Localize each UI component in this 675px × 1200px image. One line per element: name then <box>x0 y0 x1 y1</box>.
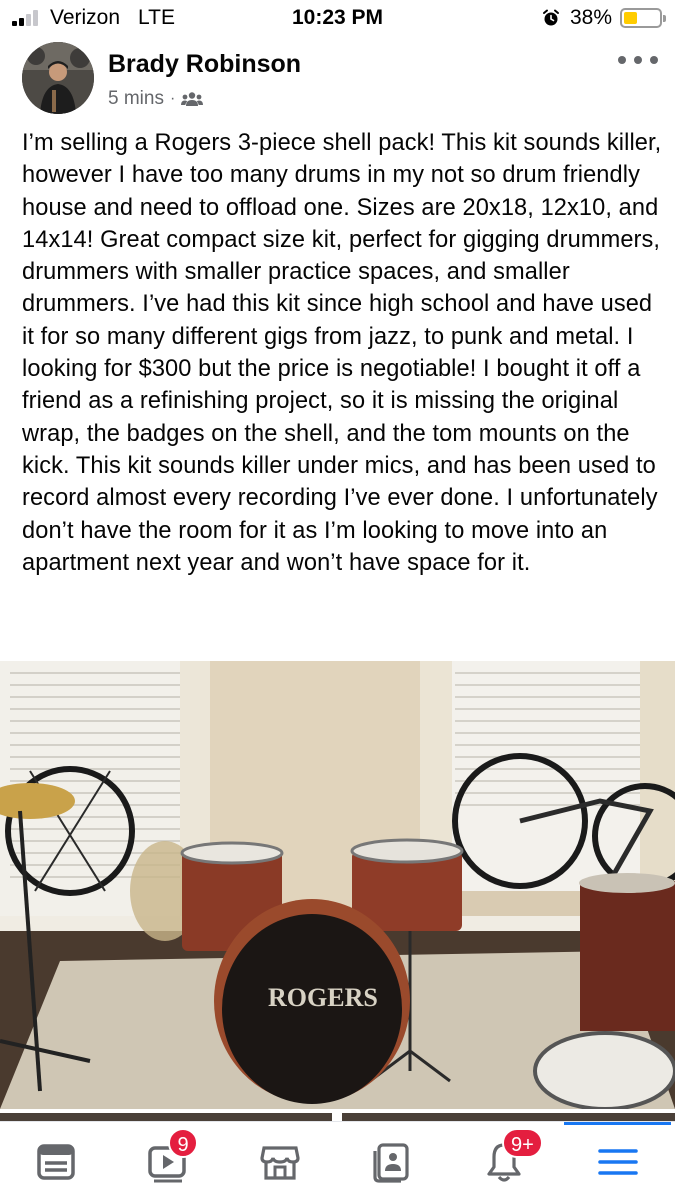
post-photo[interactable]: ROGERS <box>0 661 675 1109</box>
photo-strip <box>0 1109 675 1121</box>
battery-icon <box>620 8 666 28</box>
pages-icon <box>373 1142 409 1183</box>
tab-news-feed[interactable] <box>0 1122 112 1200</box>
tab-pages[interactable] <box>336 1122 448 1200</box>
photo-thumbnail[interactable] <box>342 1113 675 1121</box>
more-dot-icon <box>650 56 658 64</box>
more-dot-icon <box>618 56 626 64</box>
post-author-name[interactable]: Brady Robinson <box>108 50 301 79</box>
watch-notification-badge: 9 <box>168 1128 198 1158</box>
meta-separator: · <box>169 90 176 107</box>
battery-level-fill <box>624 12 637 24</box>
news-feed-icon <box>37 1143 75 1180</box>
bottom-tab-bar: 9 9+ <box>0 1121 675 1200</box>
notifications-badge: 9+ <box>502 1128 543 1158</box>
post-timestamp[interactable]: 5 mins <box>108 88 164 110</box>
more-options-button[interactable] <box>618 50 658 70</box>
tab-menu[interactable] <box>560 1122 675 1200</box>
photo-thumbnail[interactable] <box>0 1113 332 1121</box>
tab-marketplace[interactable] <box>224 1122 336 1200</box>
battery-percent: 38% <box>570 6 613 29</box>
marketplace-icon <box>260 1145 300 1180</box>
alarm-icon <box>543 9 559 26</box>
tab-notifications[interactable]: 9+ <box>448 1122 560 1200</box>
avatar[interactable] <box>22 42 94 114</box>
friends-icon[interactable] <box>181 91 204 107</box>
status-bar: Verizon LTE 10:23 PM 38% <box>0 0 675 36</box>
bass-drum-logo: ROGERS <box>268 983 378 1012</box>
tab-watch[interactable]: 9 <box>112 1122 224 1200</box>
post-body-text: I’m selling a Rogers 3-piece shell pack!… <box>22 130 662 576</box>
menu-icon <box>597 1148 638 1175</box>
post-meta: 5 mins · <box>108 88 204 110</box>
more-dot-icon <box>634 56 642 64</box>
